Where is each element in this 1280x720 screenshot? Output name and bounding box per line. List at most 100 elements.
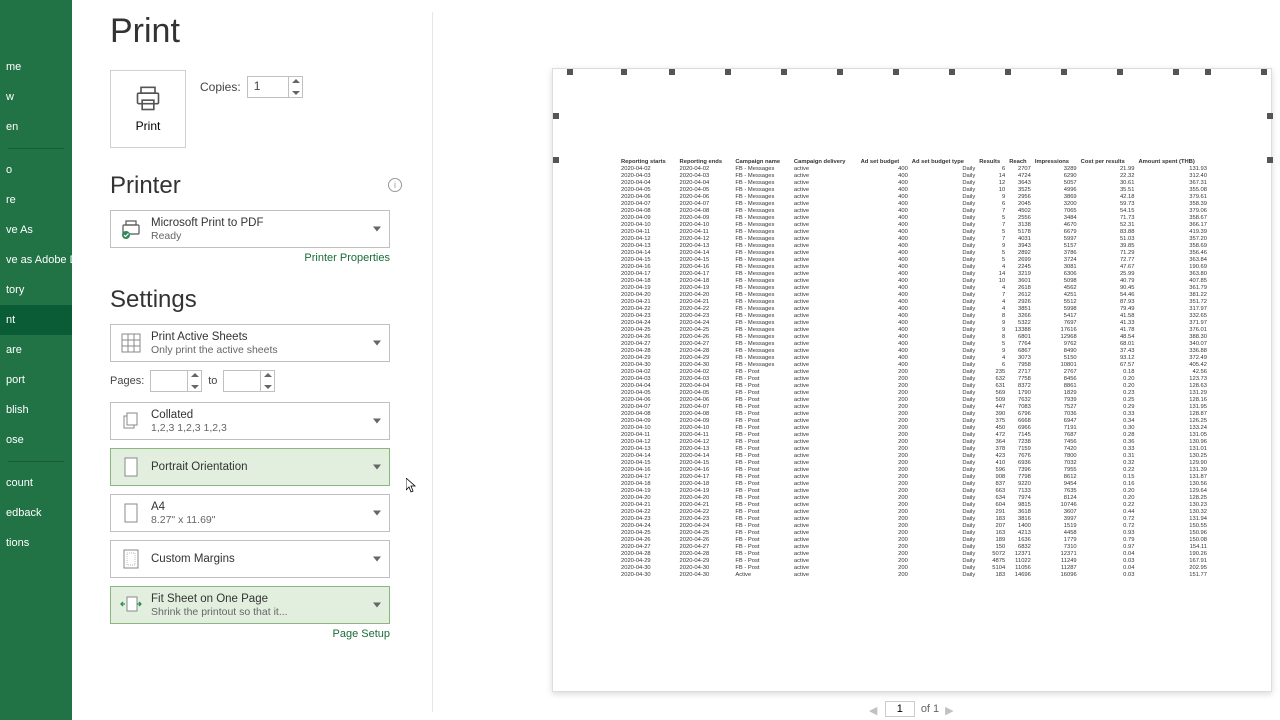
ruler-tick[interactable]	[781, 69, 787, 75]
sidebar-item-15[interactable]: tions	[0, 528, 72, 558]
sidebar-item-12[interactable]: ose	[0, 425, 72, 455]
table-row: 2020-04-192020-04-19FB - Postactive200Da…	[619, 488, 1209, 495]
printer-icon	[133, 85, 163, 113]
margin-handle[interactable]	[553, 113, 559, 119]
table-row: 2020-04-142020-04-14FB - Messagesactive4…	[619, 250, 1209, 257]
table-row: 2020-04-272020-04-27FB - Messagesactive4…	[619, 341, 1209, 348]
page-title: Print	[110, 12, 1280, 51]
pages-to-input[interactable]	[223, 370, 275, 392]
sidebar-item-2[interactable]: en	[0, 112, 72, 142]
table-row: 2020-04-092020-04-09FB - Postactive200Da…	[619, 418, 1209, 425]
pages-from-spinner[interactable]	[187, 371, 201, 391]
table-row: 2020-04-272020-04-27FB - Postactive200Da…	[619, 544, 1209, 551]
collate-select[interactable]: Collated1,2,3 1,2,3 1,2,3	[110, 402, 390, 440]
scaling-select[interactable]: Fit Sheet on One PageShrink the printout…	[110, 586, 390, 624]
chevron-down-icon	[373, 603, 381, 608]
table-row: 2020-04-262020-04-26FB - Messagesactive4…	[619, 334, 1209, 341]
copies-input[interactable]: 1	[247, 76, 303, 98]
sidebar-item-13[interactable]: count	[0, 468, 72, 498]
table-row: 2020-04-052020-04-05FB - Messagesactive4…	[619, 187, 1209, 194]
ruler-tick[interactable]	[893, 69, 899, 75]
sidebar-item-6[interactable]: ve as Adobe DF	[0, 245, 72, 275]
sidebar-item-3[interactable]: o	[0, 155, 72, 185]
table-row: 2020-04-242020-04-24FB - Postactive200Da…	[619, 523, 1209, 530]
ruler-tick[interactable]	[725, 69, 731, 75]
ruler-tick[interactable]	[949, 69, 955, 75]
table-row: 2020-04-302020-04-30FB - Postactive200Da…	[619, 565, 1209, 572]
page-setup-link[interactable]: Page Setup	[110, 628, 390, 640]
page-icon	[117, 499, 145, 527]
ruler-tick[interactable]	[669, 69, 675, 75]
sidebar-item-10[interactable]: port	[0, 365, 72, 395]
sidebar-item-14[interactable]: edback	[0, 498, 72, 528]
orientation-select[interactable]: Portrait Orientation	[110, 448, 390, 486]
table-row: 2020-04-282020-04-28FB - Postactive200Da…	[619, 551, 1209, 558]
table-row: 2020-04-292020-04-29FB - Postactive200Da…	[619, 558, 1209, 565]
table-row: 2020-04-042020-04-04FB - Postactive200Da…	[619, 383, 1209, 390]
mouse-cursor	[406, 478, 418, 494]
printer-status-icon	[117, 215, 145, 243]
backstage-sidebar: mewen oreve Asve as Adobe DFtoryntareport…	[0, 0, 72, 720]
ruler-tick[interactable]	[837, 69, 843, 75]
sidebar-item-11[interactable]: blish	[0, 395, 72, 425]
info-icon[interactable]: i	[388, 178, 402, 192]
table-row: 2020-04-302020-04-30Activeactive200Daily…	[619, 572, 1209, 579]
table-row: 2020-04-112020-04-11FB - Messagesactive4…	[619, 229, 1209, 236]
current-page-input[interactable]	[885, 701, 915, 717]
settings-heading: Settings	[110, 286, 410, 314]
sidebar-item-9[interactable]: are	[0, 335, 72, 365]
ruler-tick[interactable]	[1261, 69, 1267, 75]
table-row: 2020-04-162020-04-16FB - Postactive200Da…	[619, 467, 1209, 474]
printer-properties-link[interactable]: Printer Properties	[110, 252, 390, 264]
table-row: 2020-04-112020-04-11FB - Postactive200Da…	[619, 432, 1209, 439]
ruler-tick[interactable]	[1005, 69, 1011, 75]
margin-handle[interactable]	[553, 157, 559, 163]
sidebar-item-4[interactable]: re	[0, 185, 72, 215]
table-row: 2020-04-172020-04-17FB - Messagesactive4…	[619, 271, 1209, 278]
pages-from-input[interactable]	[150, 370, 202, 392]
table-row: 2020-04-052020-04-05FB - Postactive200Da…	[619, 390, 1209, 397]
chevron-down-icon	[373, 341, 381, 346]
sidebar-item-7[interactable]: tory	[0, 275, 72, 305]
pages-label: Pages:	[110, 375, 144, 387]
fit-page-icon	[117, 591, 145, 619]
table-row: 2020-04-202020-04-20FB - Postactive200Da…	[619, 495, 1209, 502]
margin-handle[interactable]	[1267, 157, 1273, 163]
margins-select[interactable]: Custom Margins	[110, 540, 390, 578]
print-what-select[interactable]: Print Active SheetsOnly print the active…	[110, 324, 390, 362]
ruler-tick[interactable]	[1117, 69, 1123, 75]
ruler-tick[interactable]	[1205, 69, 1211, 75]
next-page-button[interactable]: ▶	[945, 704, 955, 714]
ruler-tick[interactable]	[1061, 69, 1067, 75]
copies-label: Copies:	[200, 80, 241, 94]
table-row: 2020-04-032020-04-03FB - Postactive200Da…	[619, 376, 1209, 383]
prev-page-button[interactable]: ◀	[869, 704, 879, 714]
printer-select[interactable]: Microsoft Print to PDFReady	[110, 210, 390, 248]
ruler-tick[interactable]	[1173, 69, 1179, 75]
margin-handle[interactable]	[1267, 113, 1273, 119]
printer-heading: Printer	[110, 172, 410, 200]
table-row: 2020-04-152020-04-15FB - Messagesactive4…	[619, 257, 1209, 264]
ruler-tick[interactable]	[567, 69, 573, 75]
sidebar-item-8[interactable]: nt	[0, 305, 72, 335]
table-row: 2020-04-072020-04-07FB - Messagesactive4…	[619, 201, 1209, 208]
table-row: 2020-04-212020-04-21FB - Postactive200Da…	[619, 502, 1209, 509]
table-row: 2020-04-282020-04-28FB - Messagesactive4…	[619, 348, 1209, 355]
table-row: 2020-04-132020-04-13FB - Messagesactive4…	[619, 243, 1209, 250]
paper-size-select[interactable]: A48.27" x 11.69"	[110, 494, 390, 532]
margins-icon	[117, 545, 145, 573]
pages-to-spinner[interactable]	[260, 371, 274, 391]
sidebar-item-1[interactable]: w	[0, 82, 72, 112]
table-row: 2020-04-122020-04-12FB - Postactive200Da…	[619, 439, 1209, 446]
table-row: 2020-04-252020-04-25FB - Messagesactive4…	[619, 327, 1209, 334]
sidebar-item-0[interactable]: me	[0, 52, 72, 82]
chevron-down-icon	[373, 557, 381, 562]
sidebar-item-5[interactable]: ve As	[0, 215, 72, 245]
table-row: 2020-04-182020-04-18FB - Postactive200Da…	[619, 481, 1209, 488]
chevron-down-icon	[373, 419, 381, 424]
ruler-tick[interactable]	[621, 69, 627, 75]
table-row: 2020-04-092020-04-09FB - Messagesactive4…	[619, 215, 1209, 222]
copies-spinner[interactable]	[288, 77, 302, 97]
print-button[interactable]: Print	[110, 70, 186, 148]
chevron-down-icon	[373, 465, 381, 470]
